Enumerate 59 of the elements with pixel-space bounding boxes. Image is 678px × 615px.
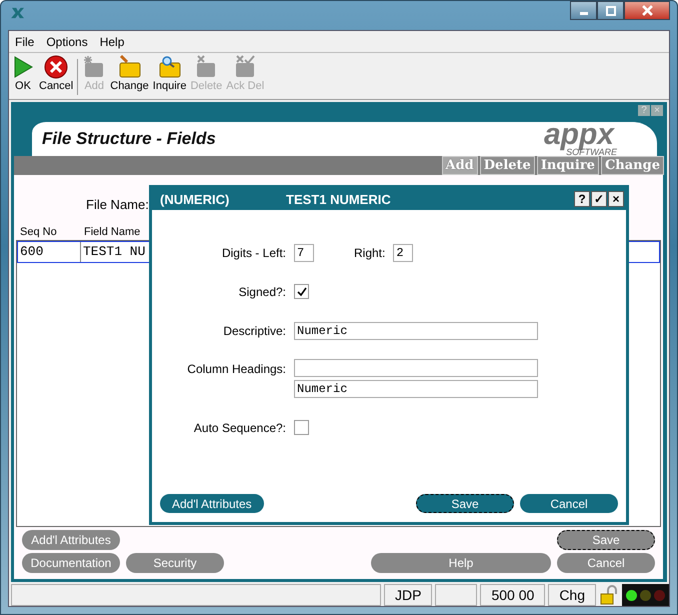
toolbar-button[interactable]: Change bbox=[108, 55, 151, 92]
menu-item[interactable]: Help bbox=[94, 34, 130, 48]
action-button[interactable]: Documentation bbox=[22, 553, 120, 573]
folder-icon bbox=[233, 55, 258, 79]
toolbar-button[interactable]: Inquire bbox=[150, 55, 188, 92]
field-label: Right: bbox=[354, 246, 386, 260]
action-tab[interactable]: Change bbox=[600, 156, 664, 175]
action-tab[interactable]: Delete bbox=[480, 156, 535, 175]
padlock-icon bbox=[599, 585, 619, 605]
cancel-button[interactable]: Cancel bbox=[520, 494, 618, 513]
dialog-title: TEST1 NUMERIC bbox=[286, 192, 392, 206]
checkbox[interactable] bbox=[294, 284, 309, 299]
close-button[interactable] bbox=[624, 1, 670, 20]
logo-subtitle: SOFTWARE bbox=[566, 148, 617, 156]
cancel-icon bbox=[44, 55, 68, 79]
input-field[interactable]: Numeric bbox=[294, 380, 538, 398]
status-cell: 500 00 bbox=[480, 584, 546, 606]
status-cell: JDP bbox=[384, 584, 432, 606]
toolbar-button[interactable]: Cancel bbox=[37, 55, 76, 92]
field-label: Column Headings: bbox=[186, 362, 286, 376]
status-cell: Chg bbox=[548, 584, 596, 606]
maximize-icon bbox=[606, 6, 616, 16]
title-button[interactable]: ✓ bbox=[591, 191, 607, 207]
save-button[interactable]: Save bbox=[416, 494, 514, 513]
action-button[interactable]: Security bbox=[126, 553, 224, 573]
dialog-type: (NUMERIC) bbox=[160, 192, 230, 206]
title-button[interactable]: × bbox=[608, 191, 624, 207]
checkbox[interactable] bbox=[294, 420, 309, 435]
search-icon bbox=[158, 55, 182, 79]
input-field[interactable]: Numeric bbox=[294, 322, 538, 340]
app-logo-icon bbox=[11, 7, 25, 19]
action-tab[interactable]: Inquire bbox=[536, 156, 599, 175]
attributes-button[interactable]: Add'l Attributes bbox=[22, 530, 120, 550]
menu-item[interactable]: Options bbox=[40, 34, 94, 48]
field-label: Digits - Left: bbox=[220, 246, 286, 260]
field-label: Signed?: bbox=[238, 284, 286, 298]
attributes-button[interactable]: Add'l Attributes bbox=[160, 494, 264, 513]
minimize-button[interactable] bbox=[570, 1, 597, 20]
field-label: Auto Sequence?: bbox=[192, 420, 286, 434]
action-button[interactable]: Help bbox=[371, 553, 551, 573]
save-button[interactable]: Save bbox=[557, 530, 655, 550]
minimize-icon bbox=[580, 12, 588, 15]
input-field[interactable]: 2 bbox=[393, 244, 414, 262]
action-button[interactable]: Cancel bbox=[557, 553, 655, 573]
title-button[interactable]: ? bbox=[574, 191, 590, 207]
table-cell: 600 bbox=[18, 242, 81, 262]
input-field[interactable] bbox=[294, 359, 538, 377]
close-icon bbox=[642, 5, 652, 16]
folder-pencil-icon bbox=[118, 55, 142, 79]
column-header: Field Name bbox=[84, 226, 140, 238]
status-lights bbox=[622, 584, 669, 606]
menu-item[interactable]: File bbox=[9, 34, 40, 48]
toolbar-button[interactable]: OK bbox=[9, 55, 37, 92]
input-field[interactable]: 7 bbox=[294, 244, 314, 262]
field-label: Descriptive: bbox=[222, 324, 286, 338]
field-label: File Name: bbox=[86, 197, 149, 212]
screen-title: File Structure - Fields bbox=[41, 129, 217, 149]
maximize-button[interactable] bbox=[597, 1, 624, 20]
column-header: Seq No bbox=[19, 226, 58, 238]
